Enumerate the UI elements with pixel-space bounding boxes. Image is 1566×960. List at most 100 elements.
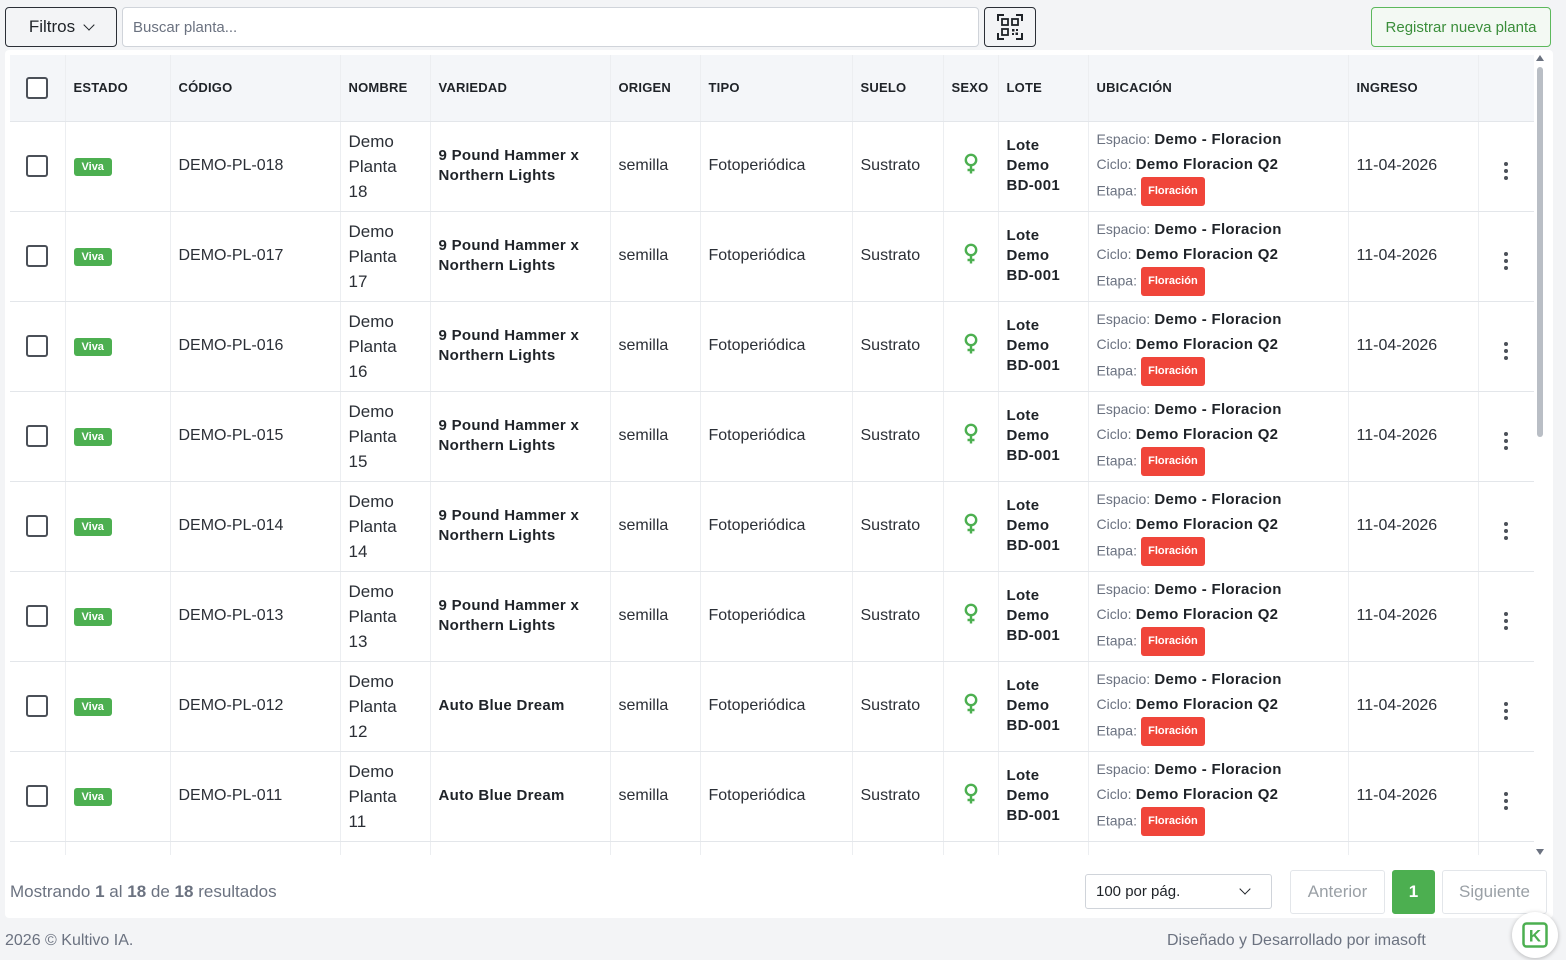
- date-cell: 11-04-2026: [1348, 571, 1479, 662]
- table-row[interactable]: Viva DEMO-PL-016 Demo Planta 16 9 Pound …: [10, 301, 1534, 392]
- search-input[interactable]: [122, 7, 979, 47]
- row-checkbox[interactable]: [26, 515, 49, 537]
- select-all-checkbox[interactable]: [26, 76, 49, 99]
- location-cell: Espacio: Demo - Floracion Ciclo: Demo Fl…: [1088, 751, 1349, 842]
- date-cell: 11-04-2026: [1348, 211, 1479, 302]
- status-badge: Viva: [73, 337, 112, 356]
- female-icon: [964, 783, 977, 803]
- type-cell: Fotoperiódica: [700, 481, 853, 572]
- more-options-icon[interactable]: [1504, 611, 1508, 630]
- variety-cell: 9 Pound Hammer x Northern Lights: [430, 571, 611, 662]
- more-options-icon[interactable]: [1504, 791, 1508, 810]
- header-origen[interactable]: ORIGEN: [610, 55, 701, 122]
- location-cell: Espacio: Demo - Floracion Ciclo: Demo Fl…: [1088, 661, 1349, 752]
- header-nombre[interactable]: NOMBRE: [340, 55, 431, 122]
- filters-button[interactable]: Filtros: [5, 7, 117, 47]
- soil-cell: Sustrato: [852, 391, 944, 482]
- table-row[interactable]: Viva DEMO-PL-017 Demo Planta 17 9 Pound …: [10, 211, 1534, 302]
- per-page-select[interactable]: 100 por pág.: [1085, 874, 1272, 909]
- status-cell: Viva: [65, 301, 171, 392]
- actions-cell: [1478, 391, 1534, 482]
- more-options-icon[interactable]: [1504, 161, 1508, 180]
- table-row[interactable]: Viva DEMO-PL-018 Demo Planta 18 9 Pound …: [10, 121, 1534, 212]
- origin-cell: semilla: [610, 391, 701, 482]
- soil-cell: Sustrato: [852, 661, 944, 752]
- location-space: Espacio: Demo - Floracion: [1096, 580, 1282, 598]
- row-checkbox[interactable]: [26, 155, 49, 177]
- stage-badge: Floración: [1141, 266, 1205, 296]
- location-cell: Espacio: Demo - Floracion Ciclo: Demo Fl…: [1088, 301, 1349, 392]
- lot-cell: Lote Demo BD-001: [998, 751, 1089, 842]
- stage-badge: Floración: [1141, 176, 1205, 206]
- stage-badge: Floración: [1141, 536, 1205, 566]
- soil-cell: Sustrato: [852, 751, 944, 842]
- row-checkbox[interactable]: [26, 425, 49, 447]
- row-checkbox[interactable]: [26, 695, 49, 717]
- sex-cell: [943, 841, 999, 855]
- table-header-row: ESTADO CÓDIGO NOMBRE VARIEDAD ORIGEN TIP…: [10, 55, 1534, 122]
- header-ingreso[interactable]: INGRESO: [1348, 55, 1479, 122]
- location-space: Espacio: Demo - Floracion: [1096, 130, 1282, 148]
- code-cell: [170, 841, 341, 855]
- register-plant-button[interactable]: Registrar nueva planta: [1371, 7, 1551, 47]
- plants-table-container[interactable]: ESTADO CÓDIGO NOMBRE VARIEDAD ORIGEN TIP…: [10, 55, 1534, 855]
- header-sexo[interactable]: SEXO: [943, 55, 999, 122]
- row-checkbox[interactable]: [26, 245, 49, 267]
- status-cell: Viva: [65, 211, 171, 302]
- header-lote[interactable]: LOTE: [998, 55, 1089, 122]
- location-cycle: Ciclo: Demo Floracion Q2: [1096, 605, 1279, 623]
- header-suelo[interactable]: SUELO: [852, 55, 944, 122]
- more-options-icon[interactable]: [1504, 701, 1508, 720]
- stage-badge: Floración: [1141, 446, 1205, 476]
- more-options-icon[interactable]: [1504, 341, 1508, 360]
- qr-scan-button[interactable]: [984, 7, 1036, 47]
- chevron-down-icon: [1239, 883, 1251, 895]
- location-cycle: Ciclo: Demo Floracion Q2: [1096, 245, 1279, 263]
- location-cell: Espacio: Demo - Floracion Ciclo: Demo Fl…: [1088, 121, 1349, 212]
- row-select-cell: [10, 661, 66, 752]
- location-stage: Etapa: Floración: [1097, 716, 1340, 746]
- type-cell: Fotoperiódica: [700, 661, 853, 752]
- table-row[interactable]: Demo Espacio: Demo - Floracion: [10, 841, 1534, 855]
- scrollbar-thumb[interactable]: [1537, 67, 1543, 437]
- table-row[interactable]: Viva DEMO-PL-014 Demo Planta 14 9 Pound …: [10, 481, 1534, 572]
- scroll-down-icon[interactable]: [1536, 849, 1544, 855]
- page-1-button[interactable]: 1: [1392, 870, 1435, 914]
- status-cell: Viva: [65, 751, 171, 842]
- location-cycle: Ciclo: Demo Floracion Q2: [1096, 335, 1279, 353]
- type-cell: Fotoperiódica: [700, 751, 853, 842]
- status-badge: Viva: [73, 787, 112, 806]
- scroll-up-icon[interactable]: [1536, 55, 1544, 61]
- more-options-icon[interactable]: [1504, 251, 1508, 270]
- brand-logo-button[interactable]: K: [1512, 912, 1558, 958]
- origin-cell: semilla: [610, 301, 701, 392]
- table-row[interactable]: Viva DEMO-PL-012 Demo Planta 12 Auto Blu…: [10, 661, 1534, 752]
- female-icon: [964, 513, 977, 533]
- row-checkbox[interactable]: [26, 335, 49, 357]
- variety-cell: 9 Pound Hammer x Northern Lights: [430, 391, 611, 482]
- header-ubicacion[interactable]: UBICACIÓN: [1088, 55, 1349, 122]
- variety-cell: Auto Blue Dream: [430, 661, 611, 752]
- more-options-icon[interactable]: [1504, 431, 1508, 450]
- location-stage: Etapa: Floración: [1097, 626, 1340, 656]
- table-row[interactable]: Viva DEMO-PL-013 Demo Planta 13 9 Pound …: [10, 571, 1534, 662]
- row-checkbox[interactable]: [26, 785, 49, 807]
- soil-cell: Sustrato: [852, 211, 944, 302]
- row-checkbox[interactable]: [26, 605, 49, 627]
- stage-badge: Floración: [1141, 716, 1205, 746]
- header-estado[interactable]: ESTADO: [65, 55, 171, 122]
- more-options-icon[interactable]: [1504, 521, 1508, 540]
- header-variedad[interactable]: VARIEDAD: [430, 55, 611, 122]
- header-codigo[interactable]: CÓDIGO: [170, 55, 341, 122]
- date-cell: 11-04-2026: [1348, 301, 1479, 392]
- table-row[interactable]: Viva DEMO-PL-011 Demo Planta 11 Auto Blu…: [10, 751, 1534, 842]
- next-page-button[interactable]: Siguiente: [1442, 870, 1547, 914]
- table-scrollbar[interactable]: [1536, 55, 1544, 855]
- table-row[interactable]: Viva DEMO-PL-015 Demo Planta 15 9 Pound …: [10, 391, 1534, 482]
- header-tipo[interactable]: TIPO: [700, 55, 853, 122]
- lot-cell: Lote Demo BD-001: [998, 661, 1089, 752]
- soil-cell: Sustrato: [852, 301, 944, 392]
- origin-cell: semilla: [610, 121, 701, 212]
- variety-cell: Auto Blue Dream: [430, 751, 611, 842]
- previous-page-button[interactable]: Anterior: [1290, 870, 1385, 914]
